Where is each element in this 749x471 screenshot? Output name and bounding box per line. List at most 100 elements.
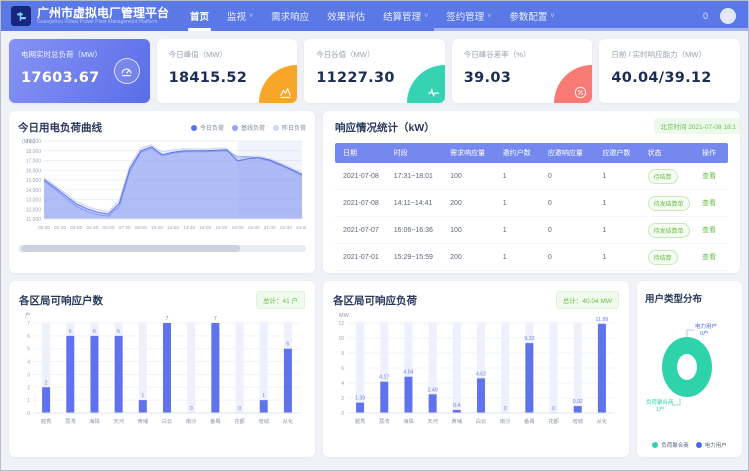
legend-item[interactable]: 基线负荷	[232, 123, 265, 132]
bar	[380, 382, 388, 413]
cell-response: 0	[540, 173, 594, 180]
zoom-slider-handle[interactable]	[21, 245, 240, 252]
svg-text:1: 1	[27, 398, 30, 404]
chevron-down-icon: ˅	[550, 13, 554, 20]
svg-text:7: 7	[166, 316, 169, 322]
table-row: 2021-07-0817:31~18:01100101待结算查看	[335, 163, 728, 190]
svg-text:07:30: 07:30	[119, 225, 131, 231]
chevron-down-icon: ˅	[249, 13, 253, 20]
chart-zoom-slider[interactable]	[18, 245, 306, 252]
chevron-down-icon: ˅	[424, 13, 428, 20]
bar	[404, 377, 412, 413]
svg-text:4: 4	[27, 360, 30, 366]
nav-item[interactable]: 签约管理˅	[437, 1, 500, 31]
top-navbar: 广州市虚拟电厂管理平台 Guangzhou Virtual Power Plan…	[1, 1, 748, 31]
legend-label: 今日负荷	[200, 123, 224, 132]
nav-item-label: 效果评估	[327, 9, 365, 23]
svg-text:13,000: 13,000	[26, 198, 42, 204]
svg-text:南沙: 南沙	[186, 417, 197, 425]
nav-item[interactable]: 结算管理˅	[374, 1, 437, 31]
nav-item[interactable]: 首页	[181, 1, 218, 31]
percent-icon	[574, 86, 587, 99]
cell-response: 0	[540, 200, 594, 207]
nav-item-label: 签约管理	[446, 9, 484, 23]
svg-text:2: 2	[341, 396, 344, 402]
legend-item[interactable]: 昨日负荷	[273, 123, 306, 132]
nav-item[interactable]: 效果评估	[318, 1, 374, 31]
cell-period: 15:29~15:59	[386, 254, 442, 261]
legend-item[interactable]: 负荷聚合商	[652, 441, 689, 449]
households-bar-title: 各区局可响应户数	[19, 293, 103, 308]
view-link[interactable]: 查看	[702, 254, 716, 261]
cell-date: 2021-07-01	[335, 254, 386, 261]
nav-item-label: 参数配置	[509, 9, 547, 23]
load-bar-title: 各区局可响应负荷	[333, 293, 417, 308]
cell-date: 2021-07-07	[335, 227, 386, 234]
households-total-badge: 总计：41 户	[256, 291, 305, 309]
user-avatar[interactable]	[720, 8, 736, 24]
svg-text:16:30: 16:30	[215, 225, 227, 231]
svg-text:白云: 白云	[162, 417, 173, 425]
svg-text:海珠: 海珠	[89, 417, 100, 425]
column-header: 日期	[335, 148, 386, 158]
svg-text:12:00: 12:00	[167, 225, 179, 231]
svg-text:22:30: 22:30	[280, 225, 292, 231]
nav-item[interactable]: 参数配置˅	[500, 1, 563, 31]
svg-text:21:00: 21:00	[264, 225, 276, 231]
user-type-title: 用户类型分布	[645, 291, 734, 305]
view-link[interactable]: 查看	[702, 173, 716, 180]
kpi-value: 40.04/39.12	[611, 70, 728, 86]
bar	[115, 336, 123, 413]
kpi-card: 今日谷值（MW）11227.30	[304, 39, 445, 103]
svg-text:6: 6	[69, 329, 72, 335]
svg-text:0: 0	[552, 406, 555, 412]
callout-line-top	[687, 330, 694, 337]
callout-bottom-value: 1户	[656, 405, 665, 413]
svg-text:4.17: 4.17	[379, 375, 389, 381]
notification-count[interactable]: 0	[703, 11, 708, 21]
legend-item[interactable]: 电力用户	[696, 441, 727, 449]
nav-items: 首页监视˅需求响应效果评估结算管理˅签约管理˅参数配置˅	[181, 1, 563, 31]
bar	[42, 387, 50, 413]
load-curve-chart: (MW)11,00012,00013,00014,00015,00016,000…	[18, 135, 306, 241]
svg-text:12: 12	[338, 321, 344, 327]
svg-text:19:30: 19:30	[248, 225, 260, 231]
cell-responded: 1	[594, 227, 639, 234]
beijing-time-badge: 北京时间 2021-07-08 18:1	[654, 118, 740, 134]
svg-text:18,000: 18,000	[26, 149, 42, 155]
cell-action: 查看	[694, 252, 728, 262]
bar	[211, 323, 219, 413]
svg-text:01:30: 01:30	[54, 225, 66, 231]
bar	[66, 336, 74, 413]
svg-text:17,000: 17,000	[26, 159, 42, 165]
svg-text:番禺: 番禺	[524, 418, 535, 425]
svg-text:5: 5	[27, 347, 30, 353]
bar	[139, 400, 147, 413]
view-link[interactable]: 查看	[702, 200, 716, 207]
table-body: 2021-07-0817:31~18:01100101待结算查看 2021-07-…	[335, 163, 728, 271]
response-stats-panel: 响应情况统计（kW） 北京时间 2021-07-08 18:1 日期时段需求响应…	[323, 111, 740, 273]
cell-response: 0	[540, 254, 594, 261]
svg-text:1.39: 1.39	[355, 396, 365, 402]
user-type-panel: 用户类型分布 电力用户 0户 负荷聚合商 1户 负荷聚合商电力用户	[637, 281, 742, 457]
cell-action: 查看	[694, 198, 728, 208]
svg-text:19,000: 19,000	[26, 139, 42, 145]
bar-background	[501, 323, 509, 413]
load-curve-title: 今日用电负荷曲线	[18, 120, 102, 135]
lightning-logo-icon	[15, 10, 28, 23]
nav-item[interactable]: 监视˅	[218, 1, 262, 31]
svg-text:南沙: 南沙	[500, 417, 511, 425]
peak-curve-icon	[279, 86, 292, 99]
svg-text:0.4: 0.4	[453, 403, 460, 409]
bar	[525, 343, 533, 413]
chevron-down-icon: ˅	[487, 13, 491, 20]
svg-text:6: 6	[341, 366, 344, 372]
svg-text:18:00: 18:00	[231, 225, 243, 231]
cell-date: 2021-07-08	[335, 200, 386, 207]
cell-action: 查看	[694, 171, 728, 181]
view-link[interactable]: 查看	[702, 227, 716, 234]
legend-item[interactable]: 今日负荷	[191, 123, 224, 132]
svg-text:荔湾: 荔湾	[379, 417, 390, 425]
svg-text:0: 0	[341, 411, 344, 417]
nav-item[interactable]: 需求响应	[262, 1, 318, 31]
